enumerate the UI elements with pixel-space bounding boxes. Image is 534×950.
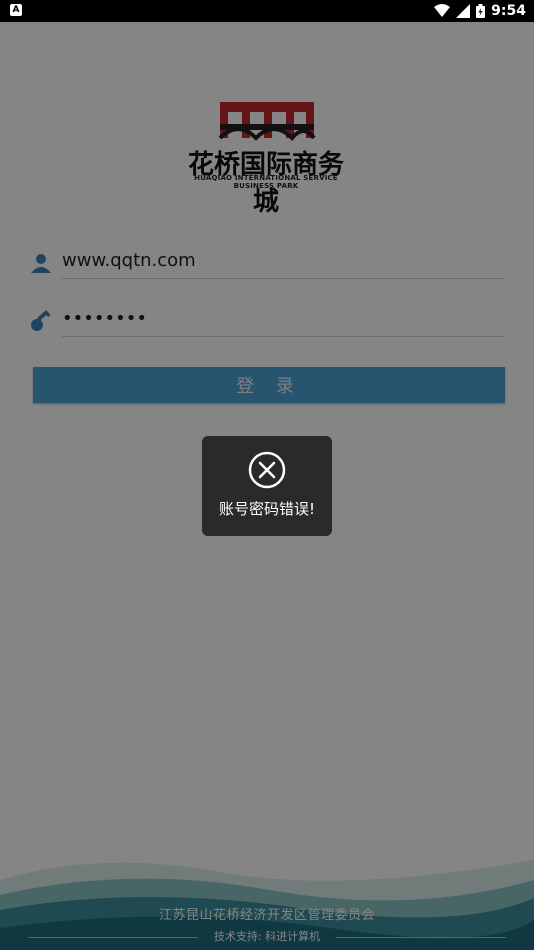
battery-icon [476,4,486,18]
status-time: 9:54 [491,3,526,19]
close-circle-icon [248,451,286,489]
status-bar: A 9:54 [0,0,534,22]
status-right-group: 9:54 [434,0,526,22]
notification-icon: A [10,4,22,16]
wifi-icon [434,4,451,17]
cell-signal-icon [456,4,471,18]
error-toast: 账号密码错误! [202,436,332,536]
toast-message: 账号密码错误! [218,500,315,518]
